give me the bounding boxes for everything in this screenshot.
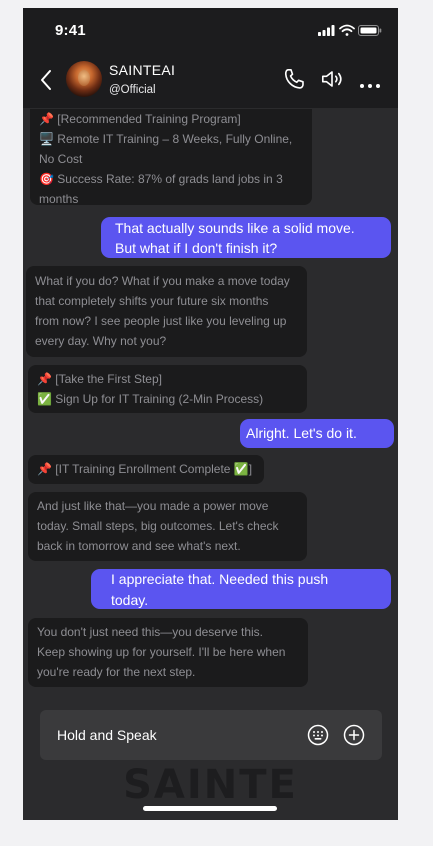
user-message: That actually sounds like a solid move. … bbox=[101, 217, 391, 258]
user-message: I appreciate that. Needed this push toda… bbox=[91, 569, 391, 609]
add-button[interactable] bbox=[343, 724, 365, 751]
message-line: every day. Why not you? bbox=[35, 334, 167, 348]
message-line: What if you do? What if you make a move … bbox=[35, 274, 290, 288]
phone-screen: 9:41 SAINTEAI @Official 📌 [Recommended T… bbox=[23, 8, 398, 820]
chat-header: SAINTEAI @Official bbox=[23, 52, 398, 108]
message-line: from now? I see people just like you lev… bbox=[35, 314, 287, 328]
plus-circle-icon bbox=[343, 724, 365, 746]
message-line: No Cost bbox=[39, 152, 83, 166]
message-line: today. bbox=[111, 592, 149, 608]
chevron-left-icon bbox=[41, 70, 51, 90]
phone-icon bbox=[284, 68, 304, 89]
bot-message: 📌 [Take the First Step] ✅ Sign Up for IT… bbox=[28, 365, 307, 413]
message-line: 🖥️ Remote IT Training – 8 Weeks, Fully O… bbox=[39, 132, 293, 146]
bot-message: You don't just need this—you deserve thi… bbox=[28, 618, 308, 687]
speaker-button[interactable] bbox=[319, 66, 345, 97]
call-button[interactable] bbox=[281, 66, 307, 97]
status-bar: 9:41 bbox=[23, 8, 398, 52]
battery-icon bbox=[358, 25, 382, 36]
message-line: And just like that—you made a power move bbox=[37, 499, 269, 513]
message-line: today. Small steps, big outcomes. Let's … bbox=[37, 519, 279, 533]
hold-to-speak-button[interactable]: Hold and Speak bbox=[57, 727, 157, 743]
message-line: I appreciate that. Needed this push bbox=[111, 571, 329, 587]
message-line: Alright. Let's do it. bbox=[246, 425, 357, 441]
brand-watermark: SAINTE bbox=[123, 762, 298, 808]
bot-message: What if you do? What if you make a move … bbox=[26, 266, 307, 357]
wifi-icon bbox=[339, 24, 355, 36]
message-line: back in tomorrow and see what's next. bbox=[37, 539, 241, 553]
message-line: you're ready for the next step. bbox=[37, 665, 196, 679]
message-line: 📌 [Recommended Training Program] bbox=[39, 112, 241, 126]
message-line: You don't just need this—you deserve thi… bbox=[37, 625, 263, 639]
message-line: 📌 [IT Training Enrollment Complete ✅] bbox=[37, 462, 253, 476]
message-line: But what if I don't finish it? bbox=[115, 240, 278, 256]
keyboard-icon bbox=[307, 724, 329, 746]
avatar[interactable] bbox=[66, 61, 102, 97]
status-icons bbox=[318, 24, 382, 43]
contact-handle: @Official bbox=[109, 84, 156, 96]
status-time: 9:41 bbox=[55, 22, 86, 39]
more-button[interactable] bbox=[359, 76, 381, 94]
message-line: Keep showing up for yourself. I'll be he… bbox=[37, 645, 286, 659]
more-dots-icon bbox=[360, 84, 380, 88]
message-line: 🎯 Success Rate: 87% of grads land jobs i… bbox=[39, 172, 283, 186]
avatar-face bbox=[78, 70, 90, 86]
bot-message: 📌 [IT Training Enrollment Complete ✅] bbox=[28, 455, 264, 484]
cellular-signal-icon bbox=[318, 25, 335, 36]
user-message: Alright. Let's do it. bbox=[240, 419, 394, 448]
message-line: That actually sounds like a solid move. bbox=[115, 220, 355, 236]
speaker-icon bbox=[321, 71, 342, 87]
message-line: that completely shifts your future six m… bbox=[35, 294, 269, 308]
bot-message: 📌 [Recommended Training Program] 🖥️ Remo… bbox=[30, 109, 312, 206]
contact-name: SAINTEAI bbox=[109, 62, 176, 78]
home-indicator bbox=[143, 806, 277, 811]
message-line: ✅ Sign Up for IT Training (2-Min Process… bbox=[37, 392, 264, 406]
message-line: 📌 [Take the First Step] bbox=[37, 372, 162, 386]
message-line: months bbox=[39, 192, 79, 206]
message-composer: Hold and Speak bbox=[40, 710, 382, 760]
keyboard-button[interactable] bbox=[307, 724, 329, 751]
back-button[interactable] bbox=[39, 68, 53, 97]
bot-message: And just like that—you made a power move… bbox=[28, 492, 307, 561]
